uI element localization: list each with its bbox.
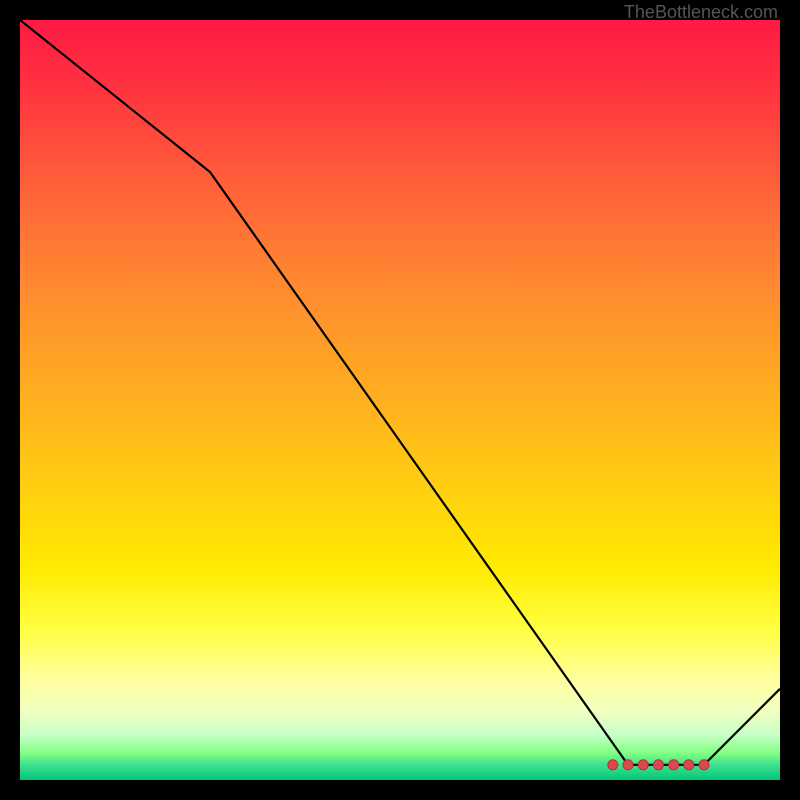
chart-gradient-background: [20, 20, 780, 780]
chart-container: TheBottleneck.com: [0, 0, 800, 800]
watermark-text: TheBottleneck.com: [624, 2, 778, 23]
